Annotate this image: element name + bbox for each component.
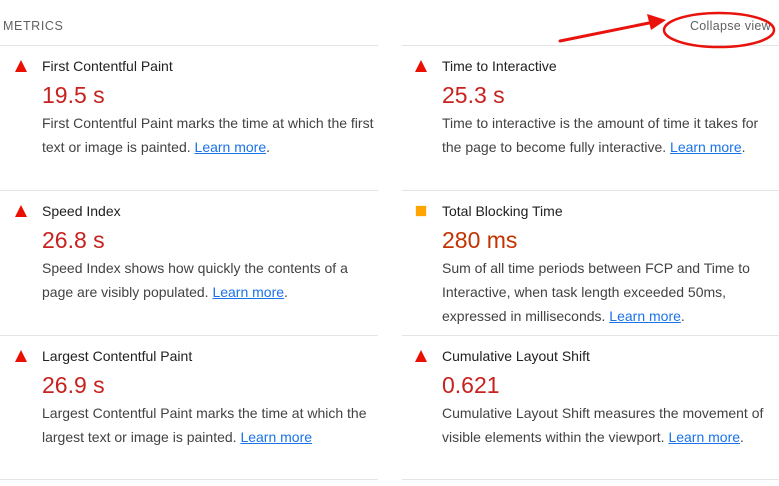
orange-square-icon [415, 205, 427, 217]
red-triangle-icon [415, 350, 427, 362]
red-triangle-icon [15, 350, 27, 362]
metric-title: Total Blocking Time [442, 203, 563, 219]
red-triangle-icon [415, 60, 427, 72]
learn-more-link[interactable]: Learn more [609, 308, 681, 324]
metric-description: First Contentful Paint marks the time at… [42, 111, 382, 159]
metric-first-contentful-paint: First Contentful Paint 19.5 s First Cont… [15, 56, 382, 159]
learn-more-link[interactable]: Learn more [668, 429, 740, 445]
learn-more-link[interactable]: Learn more [212, 284, 284, 300]
metric-value: 280 ms [442, 227, 518, 253]
metric-value: 26.8 s [42, 227, 105, 253]
metric-description-tail: . [741, 139, 746, 155]
metric-title: Speed Index [42, 203, 121, 219]
learn-more-link[interactable]: Learn more [195, 139, 267, 155]
metric-value: 0.621 [442, 372, 500, 398]
metrics-header: METRICS Collapse view [0, 0, 779, 45]
metric-value: 19.5 s [42, 82, 105, 108]
metric-cumulative-layout-shift: Cumulative Layout Shift 0.621 Cumulative… [415, 346, 772, 449]
divider [402, 479, 779, 480]
section-title: METRICS [3, 19, 64, 33]
metric-largest-contentful-paint: Largest Contentful Paint 26.9 s Largest … [15, 346, 372, 449]
metric-speed-index: Speed Index 26.8 s Speed Index shows how… [15, 201, 358, 304]
metric-total-blocking-time: Total Blocking Time 280 ms Sum of all ti… [415, 201, 762, 328]
metric-description: Time to interactive is the amount of tim… [442, 111, 772, 159]
metric-description: Speed Index shows how quickly the conten… [42, 256, 358, 304]
metric-title: First Contentful Paint [42, 58, 173, 74]
red-triangle-icon [15, 60, 27, 72]
collapse-view-button[interactable]: Collapse view [690, 19, 771, 33]
divider [402, 335, 779, 336]
divider [402, 45, 779, 46]
metric-title: Time to Interactive [442, 58, 557, 74]
metric-title: Cumulative Layout Shift [442, 348, 590, 364]
metric-description-tail: . [266, 139, 271, 155]
metric-description: Largest Contentful Paint marks the time … [42, 401, 372, 449]
metric-description-tail: . [740, 429, 744, 445]
learn-more-link[interactable]: Learn more [240, 429, 312, 445]
metric-title: Largest Contentful Paint [42, 348, 193, 364]
divider [0, 479, 378, 480]
metric-description-tail: . [680, 308, 685, 324]
divider [0, 335, 378, 336]
divider [402, 190, 779, 191]
divider [0, 190, 378, 191]
metric-description-text: Speed Index shows how quickly the conten… [42, 260, 348, 300]
metric-description-text: Largest Contentful Paint marks the time … [42, 405, 367, 445]
metric-time-to-interactive: Time to Interactive 25.3 s Time to inter… [415, 56, 772, 159]
metrics-panel: METRICS Collapse view First Contentful P… [0, 0, 779, 486]
divider [0, 45, 378, 46]
metric-description-tail: . [284, 284, 288, 300]
metric-description: Cumulative Layout Shift measures the mov… [442, 401, 772, 449]
metric-description: Sum of all time periods between FCP and … [442, 256, 762, 328]
metric-description-text: Sum of all time periods between FCP and … [442, 260, 750, 324]
red-triangle-icon [15, 205, 27, 217]
metric-value: 26.9 s [42, 372, 105, 398]
metric-value: 25.3 s [442, 82, 505, 108]
learn-more-link[interactable]: Learn more [670, 139, 742, 155]
